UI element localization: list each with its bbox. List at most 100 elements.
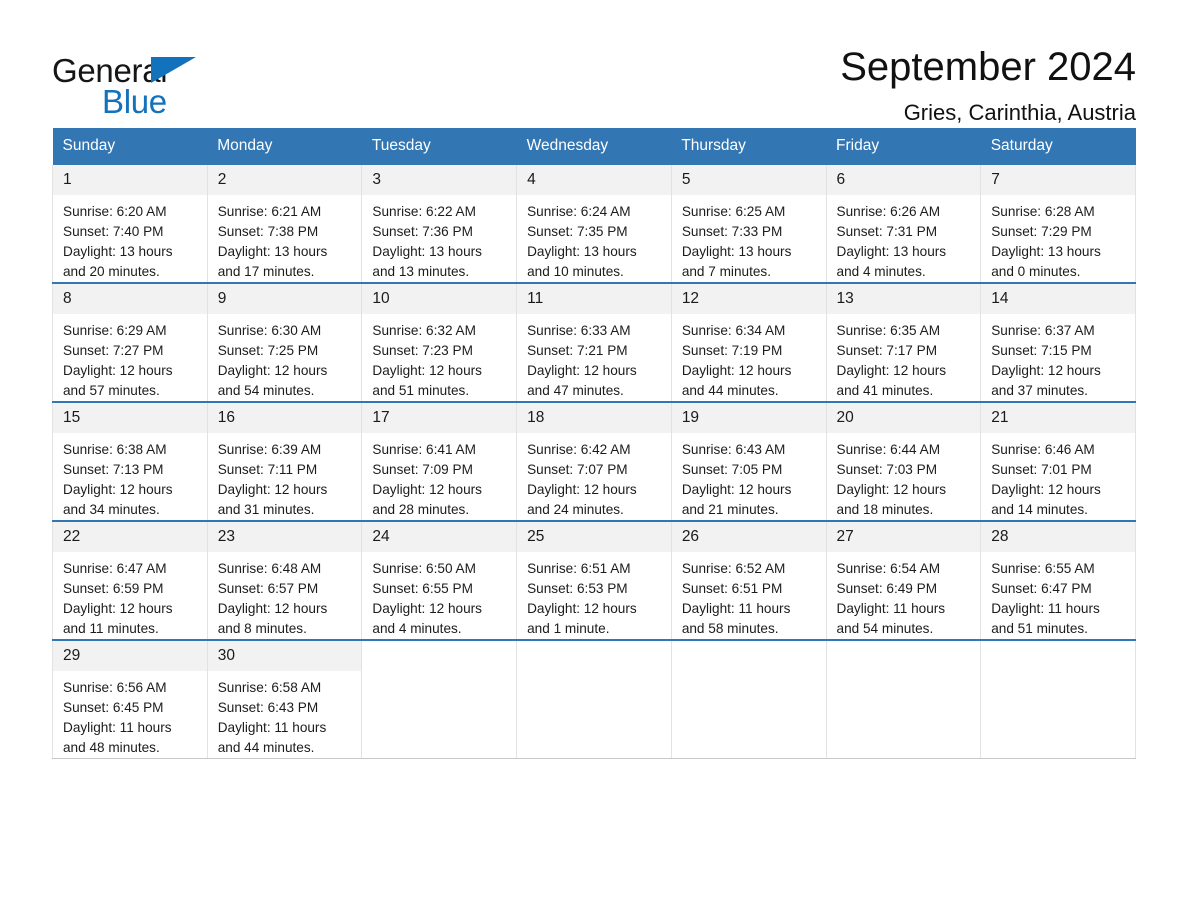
- calendar-day-cell[interactable]: 28 Sunrise: 6:55 AM Sunset: 6:47 PM Dayligh…: [980, 520, 1136, 640]
- day-number: [362, 641, 517, 671]
- calendar-day-cell[interactable]: 25 Sunrise: 6:51 AM Sunset: 6:53 PM Dayligh…: [516, 520, 672, 640]
- weekday-header-friday: Friday: [826, 128, 981, 165]
- calendar-day-cell[interactable]: 7 Sunrise: 6:28 AM Sunset: 7:29 PM Daylight…: [980, 165, 1136, 283]
- calendar-day-cell[interactable]: 20 Sunrise: 6:44 AM Sunset: 7:03 PM Dayligh…: [825, 401, 982, 521]
- calendar-day-cell[interactable]: 30 Sunrise: 6:58 AM Sunset: 6:43 PM Dayligh…: [206, 639, 363, 759]
- calendar-day-cell[interactable]: 3 Sunrise: 6:22 AM Sunset: 7:36 PM Daylight…: [361, 165, 518, 283]
- sunset-text: Sunset: 7:40 PM: [63, 224, 164, 239]
- day-number: 25: [517, 522, 671, 552]
- day-details: Sunrise: 6:44 AM Sunset: 7:03 PM Daylight:…: [827, 433, 981, 520]
- title-block: September 2024 Gries, Carinthia, Austria: [840, 46, 1136, 126]
- daylight-text-line1: Daylight: 12 hours: [991, 363, 1101, 378]
- calendar-day-cell[interactable]: 22 Sunrise: 6:47 AM Sunset: 6:59 PM Dayligh…: [52, 520, 208, 640]
- sunset-text: Sunset: 7:13 PM: [63, 462, 164, 477]
- day-number: 28: [981, 522, 1135, 552]
- calendar-day-cell[interactable]: 12 Sunrise: 6:34 AM Sunset: 7:19 PM Dayligh…: [670, 282, 827, 402]
- sunset-text: Sunset: 7:05 PM: [681, 462, 783, 477]
- sunrise-text: Sunrise: 6:43 AM: [681, 442, 786, 457]
- calendar-day-cell[interactable]: 18 Sunrise: 6:42 AM Sunset: 7:07 PM Dayligh…: [516, 401, 672, 521]
- sunrise-text: Sunrise: 6:24 AM: [527, 204, 631, 219]
- sunrise-text: Sunrise: 6:55 AM: [991, 561, 1095, 576]
- sunrise-text: Sunrise: 6:56 AM: [63, 680, 167, 695]
- calendar-day-cell[interactable]: 14 Sunrise: 6:37 AM Sunset: 7:15 PM Dayligh…: [980, 282, 1136, 402]
- weekday-header-wednesday: Wednesday: [516, 128, 672, 165]
- day-number: [981, 641, 1135, 671]
- calendar-day-cell[interactable]: 9 Sunrise: 6:30 AM Sunset: 7:25 PM Daylight…: [206, 282, 363, 402]
- calendar-day-cell[interactable]: 23 Sunrise: 6:48 AM Sunset: 6:57 PM Dayligh…: [206, 520, 363, 640]
- day-number: 5: [671, 165, 826, 195]
- sunset-text: Sunset: 6:59 PM: [63, 581, 164, 596]
- sunset-text: Sunset: 7:19 PM: [681, 343, 783, 358]
- daylight-text-line2: and 21 minutes.: [681, 502, 779, 517]
- daylight-text-line2: and 31 minutes.: [217, 502, 315, 517]
- daylight-text-line2: and 44 minutes.: [681, 383, 779, 398]
- sunset-text: Sunset: 7:21 PM: [527, 343, 628, 358]
- daylight-text-line2: and 54 minutes.: [836, 621, 934, 636]
- location-subtitle: Gries, Carinthia, Austria: [903, 100, 1136, 125]
- daylight-text-line2: and 8 minutes.: [217, 621, 307, 636]
- day-number: 9: [207, 284, 362, 314]
- daylight-text-line1: Daylight: 12 hours: [527, 601, 637, 616]
- daylight-text-line1: Daylight: 11 hours: [681, 601, 791, 616]
- sunset-text: Sunset: 7:15 PM: [991, 343, 1092, 358]
- daylight-text-line2: and 11 minutes.: [63, 621, 159, 636]
- day-number: 10: [362, 284, 517, 314]
- calendar-day-cell[interactable]: 27 Sunrise: 6:54 AM Sunset: 6:49 PM Dayligh…: [825, 520, 982, 640]
- calendar-day-cell[interactable]: 17 Sunrise: 6:41 AM Sunset: 7:09 PM Dayligh…: [361, 401, 518, 521]
- day-details: Sunrise: 6:56 AM Sunset: 6:45 PM Daylight:…: [53, 671, 207, 758]
- sunset-text: Sunset: 6:57 PM: [217, 581, 319, 596]
- sunrise-sunset-calendar: Sunday Monday Tuesday Wednesday Thursday Frid…: [52, 128, 1136, 759]
- sunrise-text: Sunrise: 6:48 AM: [217, 561, 322, 576]
- daylight-text-line2: and 41 minutes.: [836, 383, 934, 398]
- sunrise-text: Sunrise: 6:22 AM: [372, 204, 476, 219]
- calendar-day-cell[interactable]: 2 Sunrise: 6:21 AM Sunset: 7:38 PM Daylight…: [206, 165, 363, 283]
- day-details: Sunrise: 6:34 AM Sunset: 7:19 PM Daylight:…: [672, 314, 826, 401]
- day-number: 13: [826, 284, 981, 314]
- weekday-header-tuesday: Tuesday: [361, 128, 517, 165]
- daylight-text-line1: Daylight: 12 hours: [681, 482, 792, 497]
- weekday-header-thursday: Thursday: [671, 128, 827, 165]
- day-details: Sunrise: 6:35 AM Sunset: 7:17 PM Daylight:…: [827, 314, 981, 401]
- daylight-text-line1: Daylight: 13 hours: [681, 244, 792, 259]
- calendar-day-cell[interactable]: 1 Sunrise: 6:20 AM Sunset: 7:40 PM Daylight…: [52, 165, 208, 283]
- daylight-text-line1: Daylight: 12 hours: [836, 363, 947, 378]
- daylight-text-line1: Daylight: 12 hours: [217, 601, 328, 616]
- day-number: 20: [826, 403, 981, 433]
- sunset-text: Sunset: 6:55 PM: [372, 581, 473, 596]
- calendar-day-cell[interactable]: 24 Sunrise: 6:50 AM Sunset: 6:55 PM Dayligh…: [361, 520, 518, 640]
- day-details: Sunrise: 6:33 AM Sunset: 7:21 PM Daylight:…: [517, 314, 671, 401]
- day-number: 15: [53, 403, 207, 433]
- daylight-text-line2: and 58 minutes.: [681, 621, 779, 636]
- calendar-day-cell[interactable]: 5 Sunrise: 6:25 AM Sunset: 7:33 PM Daylight…: [670, 165, 827, 283]
- sunrise-text: Sunrise: 6:54 AM: [836, 561, 941, 576]
- daylight-text-line1: Daylight: 12 hours: [681, 363, 792, 378]
- daylight-text-line1: Daylight: 12 hours: [372, 482, 482, 497]
- day-number: 26: [671, 522, 826, 552]
- calendar-day-cell[interactable]: 16 Sunrise: 6:39 AM Sunset: 7:11 PM Dayligh…: [206, 401, 363, 521]
- generalblue-logo[interactable]: General Blue: [52, 46, 202, 118]
- daylight-text-line2: and 44 minutes.: [217, 740, 315, 755]
- calendar-day-cell[interactable]: 29 Sunrise: 6:56 AM Sunset: 6:45 PM Dayligh…: [52, 639, 208, 759]
- daylight-text-line1: Daylight: 13 hours: [836, 244, 947, 259]
- day-number: 19: [671, 403, 826, 433]
- daylight-text-line1: Daylight: 12 hours: [63, 601, 173, 616]
- calendar-day-cell[interactable]: 6 Sunrise: 6:26 AM Sunset: 7:31 PM Daylight…: [825, 165, 982, 283]
- calendar-day-cell[interactable]: 13 Sunrise: 6:35 AM Sunset: 7:17 PM Dayligh…: [825, 282, 982, 402]
- day-details: Sunrise: 6:43 AM Sunset: 7:05 PM Daylight:…: [672, 433, 826, 520]
- calendar-day-cell[interactable]: 10 Sunrise: 6:32 AM Sunset: 7:23 PM Dayligh…: [361, 282, 518, 402]
- daylight-text-line1: Daylight: 13 hours: [372, 244, 482, 259]
- calendar-day-cell[interactable]: 19 Sunrise: 6:43 AM Sunset: 7:05 PM Dayligh…: [670, 401, 827, 521]
- calendar-day-cell[interactable]: 11 Sunrise: 6:33 AM Sunset: 7:21 PM Dayligh…: [516, 282, 672, 402]
- daylight-text-line1: Daylight: 12 hours: [217, 363, 328, 378]
- sunrise-text: Sunrise: 6:50 AM: [372, 561, 476, 576]
- calendar-day-cell[interactable]: 15 Sunrise: 6:38 AM Sunset: 7:13 PM Dayligh…: [52, 401, 208, 521]
- day-number: 24: [362, 522, 517, 552]
- calendar-day-cell[interactable]: 4 Sunrise: 6:24 AM Sunset: 7:35 PM Daylight…: [516, 165, 672, 283]
- calendar-day-cell[interactable]: 26 Sunrise: 6:52 AM Sunset: 6:51 PM Dayligh…: [670, 520, 827, 640]
- weekday-header-monday: Monday: [207, 128, 362, 165]
- day-details: Sunrise: 6:39 AM Sunset: 7:11 PM Daylight:…: [208, 433, 362, 520]
- calendar-day-cell[interactable]: 21 Sunrise: 6:46 AM Sunset: 7:01 PM Dayligh…: [980, 401, 1136, 521]
- daylight-text-line1: Daylight: 12 hours: [63, 363, 173, 378]
- calendar-day-cell[interactable]: 8 Sunrise: 6:29 AM Sunset: 7:27 PM Daylight…: [52, 282, 208, 402]
- day-details: Sunrise: 6:55 AM Sunset: 6:47 PM Daylight:…: [981, 552, 1135, 639]
